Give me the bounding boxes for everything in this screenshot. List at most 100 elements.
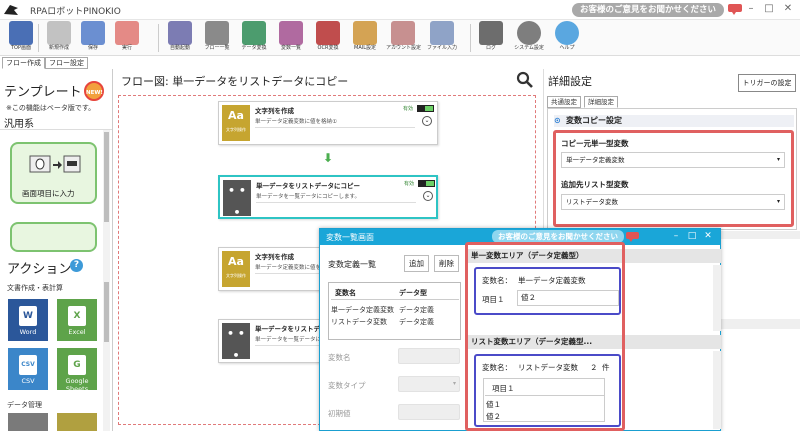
- toolbar-help-button[interactable]: ヘルプ: [550, 21, 584, 55]
- google-sheets-icon: G: [68, 355, 86, 375]
- actions-title: アクション: [7, 262, 72, 277]
- toolbar-run-button[interactable]: 実行: [110, 21, 144, 55]
- toolbar-new-button[interactable]: 新規作成: [42, 21, 76, 55]
- dialog-title: 変数一覧画面: [326, 233, 374, 242]
- actions-help-icon[interactable]: ?: [70, 259, 83, 272]
- variable-copy-settings: コピー元単一型変数 単一データ定義変数 ▾ 追加先リスト型変数 リストデータ変数 ▾: [553, 130, 794, 227]
- variable-copy-section[interactable]: 変数コピー設定: [554, 115, 794, 127]
- column-header-name: 変数名: [335, 289, 356, 297]
- toolbar-variables-button[interactable]: 変数一覧: [274, 21, 308, 55]
- list-variable-area-header: リスト変数エリア（データ定義型...: [466, 335, 721, 349]
- save-icon: [81, 21, 105, 45]
- variable-type-select[interactable]: ▾: [398, 376, 460, 392]
- action-word-tile[interactable]: W Word: [8, 299, 48, 341]
- single-area-scrollbar[interactable]: [713, 265, 721, 331]
- dialog-minimize-button[interactable]: –: [670, 231, 682, 241]
- feedback-badge-icon: [626, 232, 639, 242]
- target-variable-select[interactable]: リストデータ変数 ▾: [561, 194, 785, 210]
- chevron-down-icon[interactable]: ⌄: [422, 116, 432, 126]
- auto-start-icon: [168, 21, 192, 45]
- toolbar-ocr-button[interactable]: OCR変換: [311, 21, 345, 55]
- node-enable-toggle[interactable]: [417, 105, 434, 112]
- source-variable-select[interactable]: 単一データ定義変数 ▾: [561, 152, 785, 168]
- mouse-to-keyboard-icon: [29, 155, 81, 173]
- toolbar-autostart-button[interactable]: 自動起動: [163, 21, 197, 55]
- single-variable-area-header: 単一変数エリア（データ定義型）: [466, 249, 721, 263]
- variable-list-icon: [279, 21, 303, 45]
- node-description: 単一データを一覧データにコピーします。: [256, 192, 416, 203]
- window-title: RPAロボットPINOKIO: [30, 7, 121, 17]
- initial-value-label: 初期値: [328, 409, 351, 418]
- dialog-maximize-button[interactable]: □: [686, 231, 698, 241]
- list-item[interactable]: 値１: [486, 399, 501, 410]
- table-cell[interactable]: リストデータ変数: [331, 317, 387, 327]
- account-icon: [391, 21, 415, 45]
- dialog-close-button[interactable]: ✕: [702, 231, 714, 241]
- action-excel-tile[interactable]: X Excel: [57, 299, 97, 341]
- template-card-label: 画面項目に入力: [22, 189, 75, 198]
- flow-node-selected[interactable]: • • • その他 単一データをリストデータにコピー 有効 単一データを一覧デー…: [218, 175, 438, 229]
- list-count: ２: [590, 363, 598, 372]
- tab-common-settings[interactable]: 共通設定: [547, 96, 581, 108]
- string-ops-icon: Aa 文字列操作: [222, 251, 250, 287]
- trigger-settings-button[interactable]: トリガーの設定: [738, 74, 796, 92]
- variable-name-label: 変数名: [328, 353, 351, 362]
- gear-icon: [517, 21, 541, 45]
- list-var-name: リストデータ変数: [518, 363, 578, 372]
- toolbar-save-button[interactable]: 保存: [76, 21, 110, 55]
- app-logo-icon: [4, 5, 18, 15]
- single-variable-box: 変数名： 単一データ定義変数 項目１ 値２: [474, 267, 621, 315]
- actions-scrollbar[interactable]: [103, 280, 110, 431]
- toolbar-mail-button[interactable]: MAIL設定: [348, 21, 382, 55]
- toolbar-top-button[interactable]: TOP画面: [4, 21, 38, 55]
- tab-detail-settings[interactable]: 詳細設定: [584, 96, 618, 108]
- help-icon: [555, 21, 579, 45]
- variable-list-dialog: 変数一覧画面 お客様のご意見をお聞かせください – □ ✕ 変数定義一覧 追加 …: [319, 228, 721, 431]
- toolbar-dataconvert-button[interactable]: データ変換: [237, 21, 271, 55]
- toolbar-account-button[interactable]: アカウント設定: [386, 21, 421, 55]
- minimize-button[interactable]: –: [744, 3, 758, 14]
- action-google-sheets-tile[interactable]: G Google Sheets: [57, 348, 97, 393]
- variable-name-input[interactable]: [398, 348, 460, 364]
- variable-type-label: 変数タイプ: [328, 381, 366, 390]
- maximize-button[interactable]: □: [762, 3, 776, 14]
- run-icon: [115, 21, 139, 45]
- initial-value-input[interactable]: [398, 404, 460, 420]
- table-cell[interactable]: データ定義: [399, 317, 434, 327]
- node-title: 文字列を作成: [255, 107, 294, 115]
- toolbar-fileinput-button[interactable]: ファイル入力: [425, 21, 459, 55]
- template-card[interactable]: [10, 222, 97, 252]
- flow-node[interactable]: Aa 文字列操作 文字列を作成 有効 単一データ定義変数に値を格納① ⌄: [218, 101, 438, 145]
- search-icon[interactable]: [516, 71, 534, 89]
- toolbar-flowlist-button[interactable]: フロー一覧: [200, 21, 234, 55]
- toolbar-system-button[interactable]: システム設定: [512, 21, 546, 55]
- add-variable-button[interactable]: 追加: [404, 255, 429, 272]
- template-card[interactable]: 画面項目に入力: [10, 142, 97, 204]
- variable-definition-pane: 変数定義一覧 追加 削除 変数名 データ型 単一データ定義変数 データ定義 リス…: [320, 245, 465, 430]
- actions-section-data: データ管理: [7, 401, 42, 409]
- feedback-link[interactable]: お客様のご意見をお聞かせください: [572, 3, 742, 17]
- table-cell[interactable]: データ定義: [399, 305, 434, 315]
- single-item-input[interactable]: 値２: [517, 290, 619, 306]
- details-body: 変数コピー設定 コピー元単一型変数 単一データ定義変数▾ 追加先リスト型変数 リ…: [547, 108, 797, 230]
- data-convert-icon: [242, 21, 266, 45]
- toolbar-log-button[interactable]: ログ: [474, 21, 508, 55]
- list-area-scrollbar[interactable]: [713, 351, 721, 429]
- beta-note: ※この機能はベータ版です。: [6, 104, 96, 112]
- tab-flow-create[interactable]: フロー作成: [2, 57, 45, 69]
- dialog-feedback-link[interactable]: お客様のご意見をお聞かせください: [492, 230, 624, 243]
- table-cell[interactable]: 単一データ定義変数: [331, 305, 395, 315]
- chevron-down-icon[interactable]: ⌄: [423, 191, 433, 201]
- delete-variable-button[interactable]: 削除: [434, 255, 459, 272]
- close-button[interactable]: ✕: [781, 3, 795, 14]
- action-csv-tile[interactable]: CSV CSV: [8, 348, 48, 390]
- action-tile[interactable]: [8, 413, 48, 431]
- list-column-header: 項目１: [492, 384, 515, 393]
- node-enable-toggle[interactable]: [418, 180, 435, 187]
- tab-flow-settings[interactable]: フロー設定: [45, 57, 88, 69]
- list-count-unit: 件: [602, 363, 610, 372]
- action-tile[interactable]: [57, 413, 97, 431]
- list-item[interactable]: 値２: [486, 411, 501, 422]
- excel-icon: X: [68, 306, 86, 326]
- new-badge: NEW!: [84, 81, 104, 101]
